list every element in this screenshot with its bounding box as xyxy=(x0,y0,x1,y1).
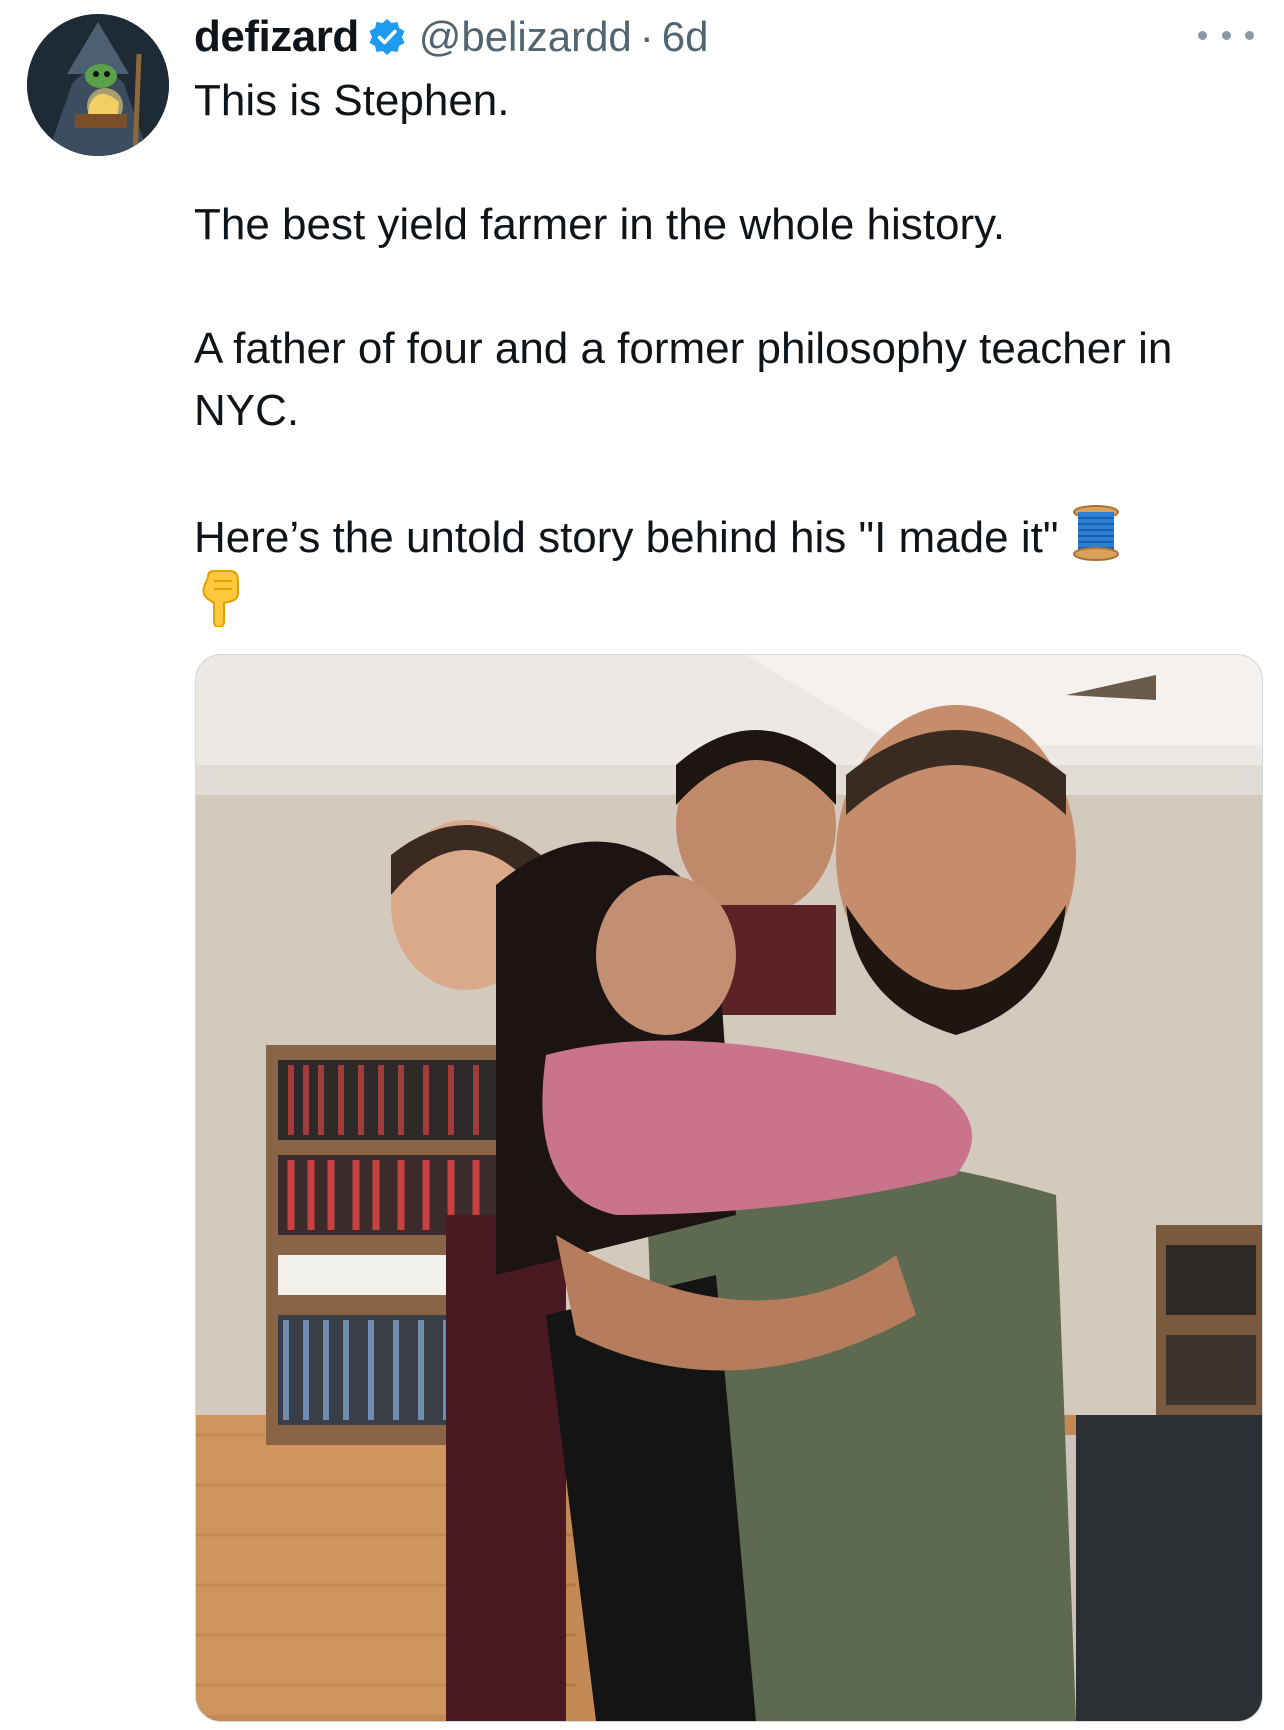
pointing-down-emoji-icon xyxy=(194,569,244,627)
wizard-avatar-icon xyxy=(27,14,169,156)
tweet-line: A father of four and a former philosophy… xyxy=(194,324,1173,435)
timestamp[interactable]: 6d xyxy=(662,13,709,61)
author-avatar[interactable] xyxy=(27,14,169,156)
more-options-icon[interactable] xyxy=(1198,22,1254,48)
tweet-line xyxy=(194,569,1254,634)
thread-spool-emoji-icon xyxy=(1071,504,1121,562)
tweet-text: This is Stephen. The best yield farmer i… xyxy=(194,70,1254,634)
separator-dot: · xyxy=(639,13,654,60)
tweet-line: The best yield farmer in the whole histo… xyxy=(194,200,1006,249)
verified-badge-icon xyxy=(367,17,407,57)
family-photo-icon xyxy=(196,655,1262,1721)
tweet-photo[interactable] xyxy=(195,654,1263,1722)
display-name[interactable]: defizard xyxy=(194,12,359,62)
author-handle[interactable]: @belizardd xyxy=(419,13,632,61)
tweet-line: This is Stephen. xyxy=(194,76,510,125)
tweet-line-with-emoji: Here’s the untold story behind his "I ma… xyxy=(194,504,1254,569)
tweet-header: defizard @belizardd · 6d xyxy=(194,10,709,64)
tweet-line: Here’s the untold story behind his "I ma… xyxy=(194,513,1059,562)
